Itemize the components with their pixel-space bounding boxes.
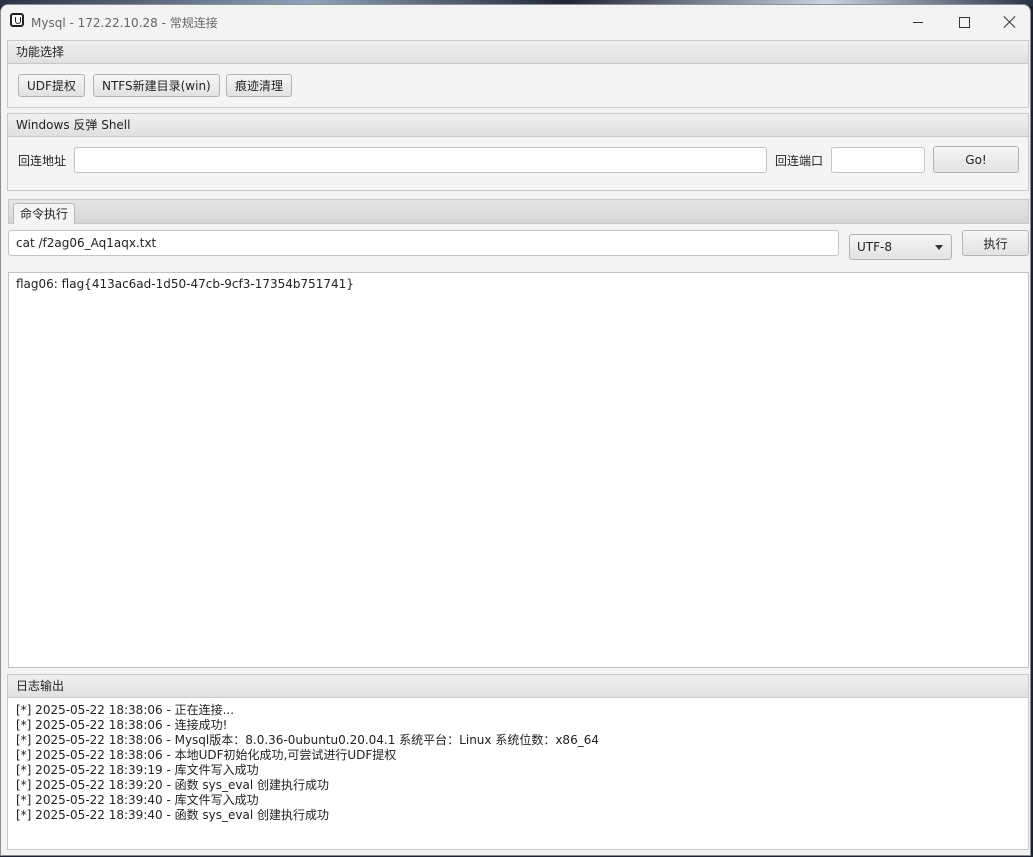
maximize-button[interactable] [941, 5, 987, 39]
log-line: [*] 2025-05-22 18:39:20 - 函数 sys_eval 创建… [16, 778, 329, 792]
function-panel: 功能选择 UDF提权 NTFS新建目录(win) 痕迹清理 [7, 40, 1029, 108]
log-line: [*] 2025-05-22 18:39:40 - 函数 sys_eval 创建… [16, 808, 329, 822]
title-bar[interactable]: Mysql - 172.22.10.28 - 常规连接 [1, 5, 1030, 39]
callback-address-label: 回连地址 [18, 154, 67, 168]
callback-port-label: 回连端口 [775, 154, 824, 168]
tab-command-execute[interactable]: 命令执行 [13, 203, 76, 224]
log-line: [*] 2025-05-22 18:39:40 - 库文件写入成功 [16, 793, 259, 807]
reverse-shell-panel: Windows 反弹 Shell 回连地址 回连端口 Go! [7, 113, 1029, 191]
chevron-down-icon [935, 245, 943, 250]
reverse-shell-panel-header: Windows 反弹 Shell [8, 114, 1028, 137]
app-icon [10, 13, 24, 27]
callback-port-input[interactable] [831, 147, 925, 173]
output-line: flag06: flag{413ac6ad-1d50-47cb-9cf3-173… [16, 277, 354, 291]
log-line: [*] 2025-05-22 18:38:06 - Mysql版本：8.0.36… [16, 733, 599, 747]
ntfs-new-directory-button[interactable]: NTFS新建目录(win) [93, 74, 220, 97]
log-line: [*] 2025-05-22 18:38:06 - 本地UDF初始化成功,可尝试… [16, 748, 397, 762]
callback-address-input[interactable] [74, 147, 767, 173]
minimize-icon [913, 21, 923, 23]
tab-bar: 命令执行 [8, 199, 1029, 224]
log-line: [*] 2025-05-22 18:38:06 - 正在连接... [16, 703, 235, 717]
log-panel-header: 日志输出 [8, 675, 1028, 698]
encoding-value: UTF-8 [857, 240, 892, 254]
log-line: [*] 2025-05-22 18:39:19 - 库文件写入成功 [16, 763, 259, 777]
log-panel: 日志输出 [*] 2025-05-22 18:38:06 - 正在连接... [… [7, 674, 1029, 850]
maximize-icon [958, 16, 970, 28]
command-output-area[interactable]: flag06: flag{413ac6ad-1d50-47cb-9cf3-173… [8, 272, 1029, 668]
trace-cleanup-button[interactable]: 痕迹清理 [226, 74, 293, 97]
udf-escalation-button[interactable]: UDF提权 [18, 74, 85, 97]
function-panel-header: 功能选择 [8, 41, 1028, 64]
window-title: Mysql - 172.22.10.28 - 常规连接 [31, 16, 218, 30]
close-icon [1004, 16, 1016, 28]
minimize-button[interactable] [895, 5, 941, 39]
encoding-select[interactable]: UTF-8 [849, 234, 952, 260]
command-input[interactable] [8, 230, 839, 256]
go-button[interactable]: Go! [933, 146, 1019, 173]
execute-button[interactable]: 执行 [962, 230, 1029, 256]
close-button[interactable] [987, 5, 1030, 39]
log-line: [*] 2025-05-22 18:38:06 - 连接成功! [16, 718, 228, 732]
app-window: Mysql - 172.22.10.28 - 常规连接 功能选择 UDF提权 N… [0, 4, 1031, 856]
log-output-area[interactable]: [*] 2025-05-22 18:38:06 - 正在连接... [*] 20… [8, 698, 1028, 849]
